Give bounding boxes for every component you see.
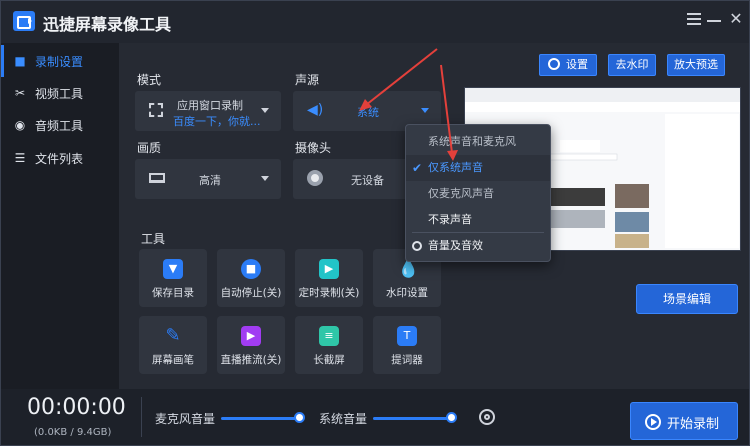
play-icon — [645, 414, 661, 430]
mic-volume-slider[interactable] — [221, 417, 299, 420]
file-size: (0.0KB / 9.4GB) — [34, 427, 112, 438]
start-record-button[interactable]: 开始录制 — [630, 402, 738, 440]
mic-volume-handle[interactable] — [294, 412, 305, 423]
app-window: 迅捷屏幕录像工具 ✕ ■ 录制设置 ✂ 视频工具 ◉ 音频工具 ☰ 文件列表 设… — [0, 0, 750, 446]
bottom-bar: 00:00:00 (0.0KB / 9.4GB) 麦克风音量 系统音量 开始录制 — [1, 389, 749, 445]
record-timer: 00:00:00 — [27, 395, 126, 420]
mic-volume-label: 麦克风音量 — [155, 412, 216, 426]
divider — [141, 397, 142, 437]
annotation-arrows — [359, 48, 458, 161]
system-volume-handle[interactable] — [446, 412, 457, 423]
system-volume-slider[interactable] — [373, 417, 451, 420]
audio-settings-icon[interactable] — [479, 409, 495, 425]
system-volume-label: 系统音量 — [319, 412, 368, 426]
